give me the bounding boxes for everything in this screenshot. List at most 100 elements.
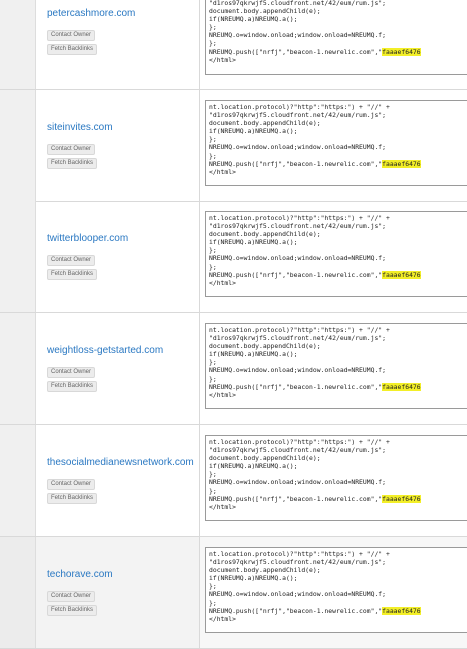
code-line: if(NREUMQ.a)NREUMQ.a();: [209, 238, 467, 246]
code-snippet-textarea[interactable]: nt.location.protocol)?"http":"https:") +…: [205, 547, 467, 633]
fetch-backlinks-button[interactable]: Fetch Backlinks: [47, 158, 98, 169]
code-line-text: };: [209, 470, 217, 479]
code-line-text: nt.location.protocol)?"http":"https:") +…: [209, 550, 390, 558]
contact-owner-button[interactable]: Contact Owner: [47, 144, 96, 155]
code-snippet-textarea[interactable]: nt.location.protocol)?"http":"https:") +…: [205, 100, 467, 186]
code-line: NREUMQ.o=window.onload;window.onload=NRE…: [209, 478, 467, 486]
code-line: nt.location.protocol)?"http":"https:") +…: [209, 103, 467, 111]
domain-cell: techorave.com Contact Owner Fetch Backlink…: [0, 537, 200, 648]
code-line-text: document.body.appendChild(e);: [209, 454, 321, 463]
code-line: if(NREUMQ.a)NREUMQ.a();: [209, 127, 467, 135]
code-line: nt.location.protocol)?"http":"https:") +…: [209, 438, 467, 446]
code-line: document.body.appendChild(e);: [209, 119, 467, 127]
domain-cell: siteinvites.com Contact Owner Fetch Backli…: [0, 90, 200, 201]
domain-link[interactable]: techorave.com: [47, 569, 113, 580]
code-snippet-textarea[interactable]: nt.location.protocol)?"http":"https:") +…: [205, 211, 467, 297]
domain-link[interactable]: siteinvites.com: [47, 122, 113, 133]
code-line: };: [209, 135, 467, 143]
code-line: </html>: [209, 279, 467, 287]
code-line: };: [209, 246, 467, 254]
code-snippet-textarea[interactable]: nt.location.protocol)?"http":"https:") +…: [205, 323, 467, 409]
code-line-text: document.body.appendChild(e);: [209, 230, 321, 239]
code-line-text: if(NREUMQ.a)NREUMQ.a();: [209, 350, 298, 359]
domain-link[interactable]: weightloss-getstarted.com: [47, 345, 163, 356]
code-line: NREUMQ.push(["nrfj","beacon-1.newrelic.c…: [209, 270, 467, 279]
highlighted-match: faaaef6476: [382, 382, 421, 391]
code-line: "d1ros97qkrwjf5.cloudfront.net/42/eum/ru…: [209, 222, 467, 230]
code-line: if(NREUMQ.a)NREUMQ.a();: [209, 462, 467, 470]
code-line: nt.location.protocol)?"http":"https:") +…: [209, 326, 467, 334]
contact-owner-button[interactable]: Contact Owner: [47, 367, 96, 378]
code-line-text: };: [209, 23, 217, 32]
code-line: };: [209, 263, 467, 271]
code-line: document.body.appendChild(e);: [209, 454, 467, 462]
code-line: NREUMQ.o=window.onload;window.onload=NRE…: [209, 31, 467, 39]
domain-link[interactable]: thesocialmedianewsnetwork.com: [47, 457, 194, 468]
code-line: };: [209, 39, 467, 47]
code-line: };: [209, 375, 467, 383]
code-line: document.body.appendChild(e);: [209, 342, 467, 350]
code-line-text: "d1ros97qkrwjf5.cloudfront.net/42/eum/ru…: [209, 334, 386, 343]
code-line-text: NREUMQ.push(["nrfj","beacon-1.newrelic.c…: [209, 494, 383, 503]
code-line-text: "d1ros97qkrwjf5.cloudfront.net/42/eum/ru…: [209, 446, 386, 455]
result-row: techorave.com Contact Owner Fetch Backlink…: [0, 537, 467, 649]
code-line: if(NREUMQ.a)NREUMQ.a();: [209, 574, 467, 582]
code-line-text: if(NREUMQ.a)NREUMQ.a();: [209, 462, 298, 471]
code-line: };: [209, 358, 467, 366]
contact-owner-button[interactable]: Contact Owner: [47, 591, 96, 602]
domain-cell: petercashmore.com Contact Owner Fetch Back…: [0, 0, 200, 89]
code-line: </html>: [209, 391, 467, 399]
code-line: };: [209, 582, 467, 590]
code-line-text: };: [209, 135, 217, 144]
contact-owner-button[interactable]: Contact Owner: [47, 30, 96, 41]
code-line: </html>: [209, 503, 467, 511]
domain-link[interactable]: petercashmore.com: [47, 8, 135, 19]
code-snippet-textarea[interactable]: "d1ros97qkrwjf5.cloudfront.net/42/eum/ru…: [205, 0, 467, 75]
code-line: NREUMQ.o=window.onload;window.onload=NRE…: [209, 590, 467, 598]
code-line-text: document.body.appendChild(e);: [209, 119, 321, 128]
code-line-text: NREUMQ.o=window.onload;window.onload=NRE…: [209, 31, 386, 40]
result-row: twitterblooper.com Contact Owner Fetch Bac…: [0, 201, 467, 313]
code-line-text: };: [209, 374, 217, 383]
domain-cell: thesocialmedianewsnetwork.com Contact Own…: [0, 425, 200, 536]
row-gutter: [0, 537, 36, 648]
domain-cell: twitterblooper.com Contact Owner Fetch Bac…: [0, 201, 200, 312]
contact-owner-button[interactable]: Contact Owner: [47, 255, 96, 266]
code-line-text: "d1ros97qkrwjf5.cloudfront.net/42/eum/ru…: [209, 111, 386, 120]
code-line-text: </html>: [209, 278, 236, 287]
code-line: };: [209, 470, 467, 478]
domain-link[interactable]: twitterblooper.com: [47, 233, 128, 244]
code-line: };: [209, 152, 467, 160]
code-line-text: };: [209, 358, 217, 367]
contact-owner-button[interactable]: Contact Owner: [47, 479, 96, 490]
result-row: siteinvites.com Contact Owner Fetch Backli…: [0, 90, 467, 202]
fetch-backlinks-button[interactable]: Fetch Backlinks: [47, 493, 98, 504]
code-line-text: };: [209, 582, 217, 591]
fetch-backlinks-button[interactable]: Fetch Backlinks: [47, 381, 98, 392]
code-line-text: NREUMQ.o=window.onload;window.onload=NRE…: [209, 366, 386, 375]
row-gutter: [0, 0, 36, 89]
fetch-backlinks-button[interactable]: Fetch Backlinks: [47, 269, 98, 280]
code-line: "d1ros97qkrwjf5.cloudfront.net/42/eum/ru…: [209, 0, 467, 7]
fetch-backlinks-button[interactable]: Fetch Backlinks: [47, 44, 98, 55]
code-line-text: };: [209, 39, 217, 48]
code-line-text: NREUMQ.push(["nrfj","beacon-1.newrelic.c…: [209, 606, 383, 615]
code-line-text: document.body.appendChild(e);: [209, 7, 321, 16]
result-row: petercashmore.com Contact Owner Fetch Back…: [0, 0, 467, 90]
fetch-backlinks-button[interactable]: Fetch Backlinks: [47, 605, 98, 616]
code-line-text: nt.location.protocol)?"http":"https:") +…: [209, 214, 390, 222]
code-line: };: [209, 487, 467, 495]
code-line-text: </html>: [209, 55, 236, 64]
code-line: NREUMQ.o=window.onload;window.onload=NRE…: [209, 254, 467, 262]
code-line: </html>: [209, 56, 467, 64]
code-line-text: nt.location.protocol)?"http":"https:") +…: [209, 103, 390, 111]
code-line: NREUMQ.o=window.onload;window.onload=NRE…: [209, 143, 467, 151]
code-line-text: if(NREUMQ.a)NREUMQ.a();: [209, 15, 298, 24]
code-line: "d1ros97qkrwjf5.cloudfront.net/42/eum/ru…: [209, 446, 467, 454]
code-snippet-textarea[interactable]: nt.location.protocol)?"http":"https:") +…: [205, 435, 467, 521]
code-line-text: if(NREUMQ.a)NREUMQ.a();: [209, 127, 298, 136]
code-line: "d1ros97qkrwjf5.cloudfront.net/42/eum/ru…: [209, 558, 467, 566]
code-line-text: NREUMQ.push(["nrfj","beacon-1.newrelic.c…: [209, 270, 383, 279]
result-row: thesocialmedianewsnetwork.com Contact Own…: [0, 425, 467, 537]
code-line-text: NREUMQ.push(["nrfj","beacon-1.newrelic.c…: [209, 382, 383, 391]
